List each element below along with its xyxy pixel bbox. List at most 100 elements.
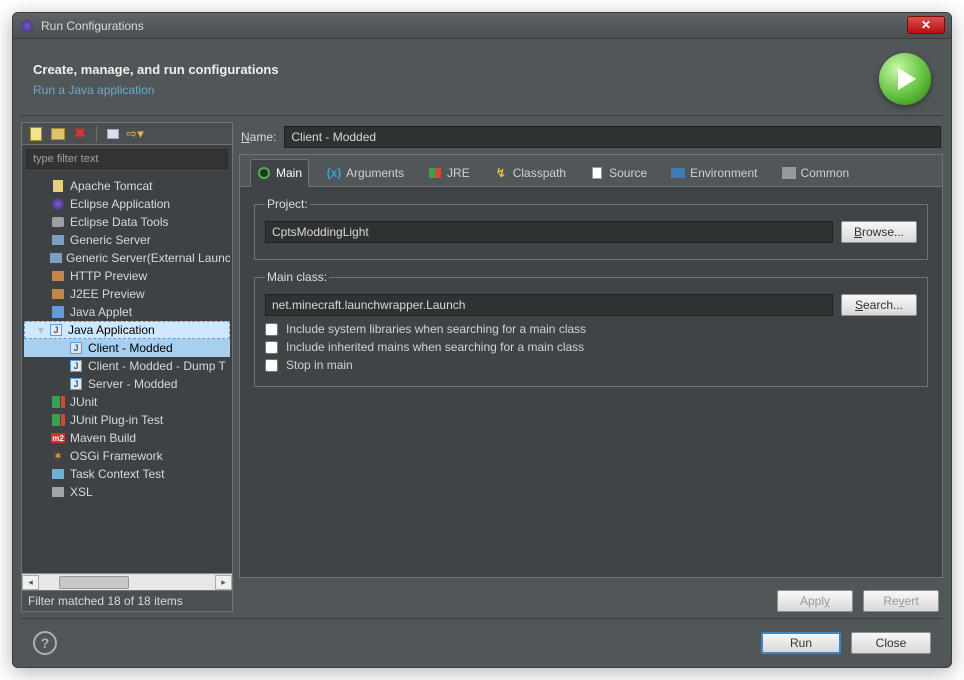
tree-item-eclipse-application[interactable]: Eclipse Application [24,195,230,213]
check-label: Stop in main [286,358,353,372]
scroll-left-arrow[interactable]: ◂ [22,575,39,590]
tree-item-client-modded-dump[interactable]: JClient - Modded - Dump T [24,357,230,375]
xsl-icon [50,484,66,500]
checkbox-include-system[interactable] [265,323,278,336]
tree-item-junit[interactable]: JUnit [24,393,230,411]
arguments-tab-icon: (x) [327,166,341,180]
titlebar[interactable]: Run Configurations ✕ [13,13,951,39]
j2ee-icon [50,286,66,302]
new-config-icon[interactable] [28,126,44,142]
window-close-button[interactable]: ✕ [907,16,945,34]
config-tree[interactable]: Apache Tomcat Eclipse Application Eclips… [22,173,232,573]
dialog-footer: ? Run Close [13,619,951,667]
apply-revert-row: Apply Revert [239,584,943,612]
main-tab-icon [257,166,271,180]
search-button[interactable]: Search... [841,294,917,316]
tree-item-generic-server-external[interactable]: Generic Server(External Launc [24,249,230,267]
checkbox-include-inherited[interactable] [265,341,278,354]
checkbox-stop-in-main[interactable] [265,359,278,372]
delete-config-icon[interactable]: ✖ [72,126,88,142]
browse-button[interactable]: Browse... [841,221,917,243]
collapse-all-icon[interactable] [105,126,121,142]
tab-environment[interactable]: Environment [665,160,763,186]
common-tab-icon [782,166,796,180]
tab-classpath[interactable]: ↯Classpath [488,160,572,186]
dialog-subtitle: Run a Java application [33,83,279,97]
name-row: Name: [239,122,943,148]
tab-strip: Main (x)Arguments JRE ↯Classpath Source … [240,155,942,187]
scroll-track[interactable] [39,575,215,590]
tab-main[interactable]: Main [250,159,309,187]
mainclass-input[interactable] [265,294,833,316]
java-launch-icon: J [68,376,84,392]
project-legend: Project: [265,197,310,211]
java-launch-icon: J [68,340,84,356]
junit-plugin-icon [50,412,66,428]
tree-item-generic-server[interactable]: Generic Server [24,231,230,249]
tab-jre[interactable]: JRE [422,160,476,186]
filter-input[interactable]: type filter text [26,149,228,169]
window-title: Run Configurations [41,19,144,33]
duplicate-config-icon[interactable] [50,126,66,142]
close-button[interactable]: Close [851,632,931,654]
run-button[interactable]: Run [761,632,841,654]
tree-item-j2ee-preview[interactable]: J2EE Preview [24,285,230,303]
run-hero-icon [879,53,931,105]
horizontal-scrollbar[interactable]: ◂ ▸ [22,573,232,590]
caret-icon[interactable]: ▾ [36,323,46,337]
filter-menu-icon[interactable]: ⇨▾ [127,126,143,142]
tree-item-http-preview[interactable]: HTTP Preview [24,267,230,285]
db-icon [50,214,66,230]
tab-body-main: Project: Browse... Main class: Search...… [240,187,942,577]
tree-item-task-context[interactable]: Task Context Test [24,465,230,483]
java-launch-icon: J [68,358,84,374]
osgi-icon: ✶ [50,448,66,464]
include-system-libs-check[interactable]: Include system libraries when searching … [265,322,917,336]
tree-item-java-applet[interactable]: Java Applet [24,303,230,321]
toolbar-separator [96,126,97,142]
tab-common[interactable]: Common [776,160,856,186]
left-toolbar: ✖ ⇨▾ [22,123,232,145]
junit-icon [50,394,66,410]
tree-item-junit-plugin[interactable]: JUnit Plug-in Test [24,411,230,429]
tree-item-osgi[interactable]: ✶OSGi Framework [24,447,230,465]
tree-item-eclipse-data-tools[interactable]: Eclipse Data Tools [24,213,230,231]
jre-tab-icon [428,166,442,180]
revert-button[interactable]: Revert [863,590,939,612]
stop-in-main-check[interactable]: Stop in main [265,358,917,372]
help-button[interactable]: ? [33,631,57,655]
name-label: Name: [241,130,276,144]
tree-item-java-application[interactable]: ▾JJava Application [24,321,230,339]
server-icon [50,250,62,266]
filter-status: Filter matched 18 of 18 items [22,590,232,611]
eclipse-app-icon [50,196,66,212]
tab-source[interactable]: Source [584,160,653,186]
classpath-tab-icon: ↯ [494,166,508,180]
dialog-header: Create, manage, and run configurations R… [13,39,951,115]
dialog-body: ✖ ⇨▾ type filter text Apache Tomcat Ecli… [13,116,951,612]
project-fieldset: Project: Browse... [254,197,928,260]
tree-item-apache-tomcat[interactable]: Apache Tomcat [24,177,230,195]
include-inherited-check[interactable]: Include inherited mains when searching f… [265,340,917,354]
project-input[interactable] [265,221,833,243]
left-panel: ✖ ⇨▾ type filter text Apache Tomcat Ecli… [21,122,233,612]
apply-button[interactable]: Apply [777,590,853,612]
tree-item-maven[interactable]: m2Maven Build [24,429,230,447]
scroll-right-arrow[interactable]: ▸ [215,575,232,590]
eclipse-icon [19,18,35,34]
scroll-thumb[interactable] [59,576,129,589]
environment-tab-icon [671,166,685,180]
name-input[interactable] [284,126,941,148]
task-icon [50,466,66,482]
tree-item-client-modded[interactable]: JClient - Modded [24,339,230,357]
mainclass-fieldset: Main class: Search... Include system lib… [254,270,928,387]
tab-area: Main (x)Arguments JRE ↯Classpath Source … [239,154,943,578]
dialog-title: Create, manage, and run configurations [33,62,279,77]
java-app-icon: J [48,322,64,338]
server-icon [50,232,66,248]
tab-arguments[interactable]: (x)Arguments [321,160,410,186]
tree-item-xsl[interactable]: XSL [24,483,230,501]
tree-item-server-modded[interactable]: JServer - Modded [24,375,230,393]
right-panel: Name: Main (x)Arguments JRE ↯Classpath S… [239,122,943,612]
check-label: Include system libraries when searching … [286,322,586,336]
